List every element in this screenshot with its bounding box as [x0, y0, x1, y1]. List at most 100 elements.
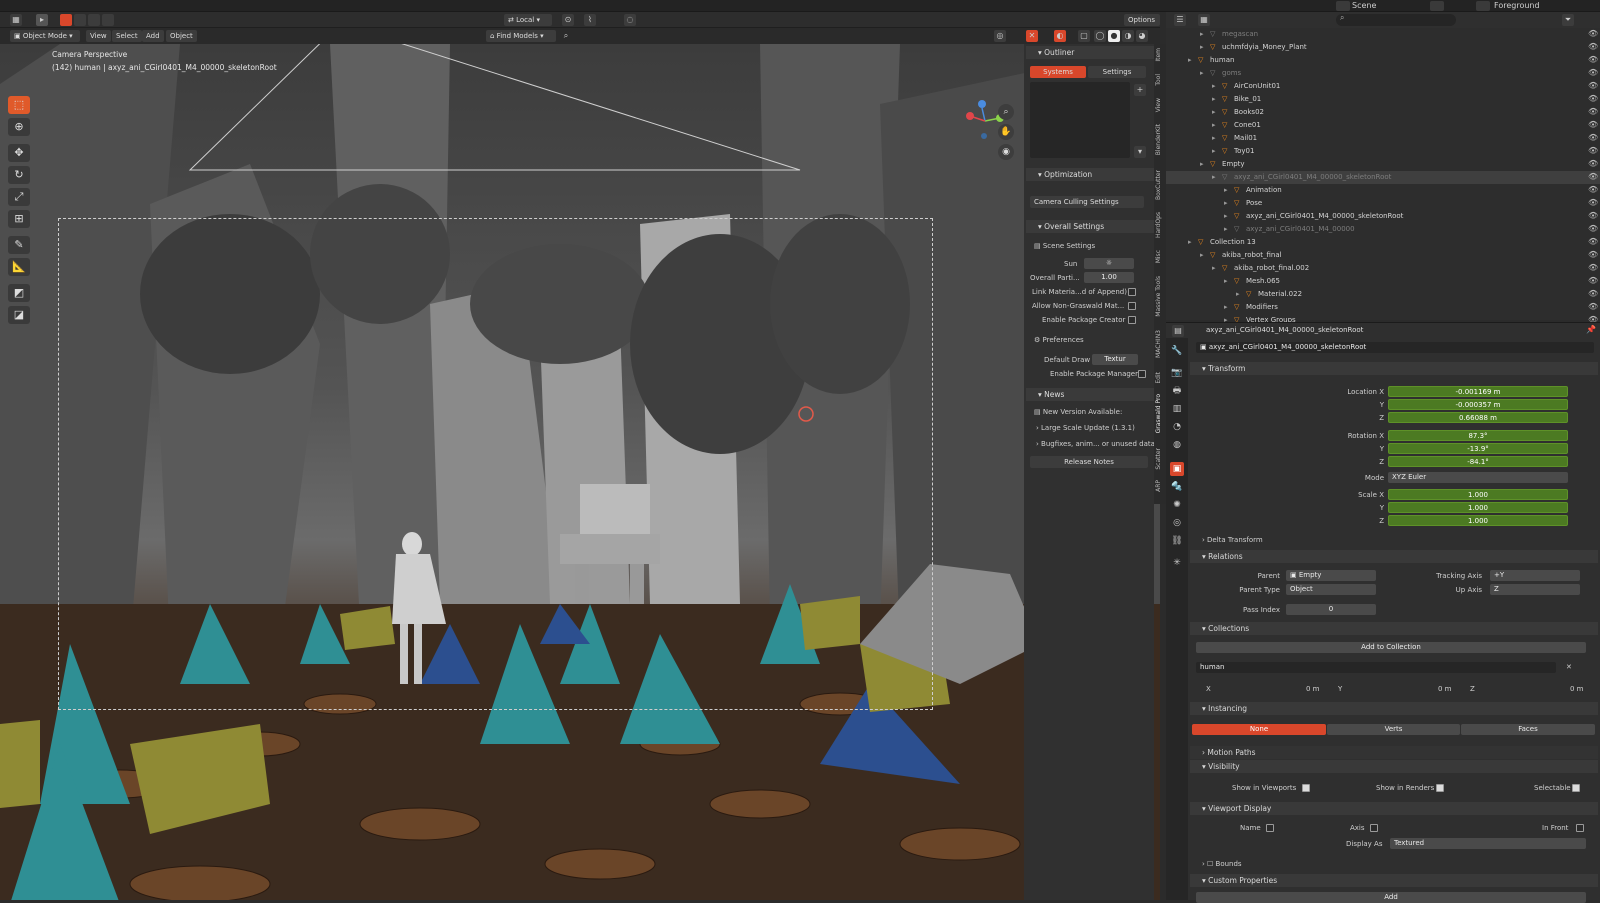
visibility-eye-icon[interactable]: 👁	[1588, 237, 1598, 246]
vtab-item[interactable]: Item	[1155, 48, 1165, 62]
transform-tool-icon[interactable]: ⊞	[8, 210, 30, 228]
visibility-eye-icon[interactable]: 👁	[1588, 289, 1598, 298]
particles-props-icon[interactable]: ✺	[1170, 498, 1184, 512]
visibility-eye-icon[interactable]: 👁	[1588, 211, 1598, 220]
scale-y-field[interactable]: 1.000	[1388, 502, 1568, 513]
outliner-row[interactable]: ▸ ▽ Empty 👁	[1166, 158, 1600, 171]
tool-gizmo-icon[interactable]: ✕	[1026, 30, 1038, 42]
systems-list[interactable]	[1030, 82, 1130, 158]
search-icon[interactable]: ⌕	[560, 30, 572, 42]
location-z-field[interactable]: 0.66088 m	[1388, 412, 1568, 423]
sun-field[interactable]: ☼	[1084, 258, 1134, 269]
expand-toggle-icon[interactable]: ▸	[1224, 225, 1228, 233]
visibility-eye-icon[interactable]: 👁	[1588, 81, 1598, 90]
object-mode-dropdown[interactable]: ▣ Object Mode ▾	[10, 30, 80, 42]
enable-package-manager-checkbox[interactable]	[1138, 370, 1146, 378]
collection-offset-y-value[interactable]: 0 m	[1438, 685, 1452, 693]
outliner-row[interactable]: ▸ ▽ Material.022 👁	[1166, 288, 1600, 301]
expand-toggle-icon[interactable]: ▸	[1212, 264, 1216, 272]
visibility-eye-icon[interactable]: 👁	[1588, 94, 1598, 103]
camera-culling-button[interactable]: Camera Culling Settings	[1030, 196, 1144, 208]
visibility-section[interactable]: ▾ Visibility	[1190, 760, 1598, 773]
expand-toggle-icon[interactable]: ▸	[1188, 56, 1192, 64]
add-to-collection-button[interactable]: Add to Collection	[1196, 642, 1586, 653]
visibility-eye-icon[interactable]: 👁	[1588, 276, 1598, 285]
visibility-eye-icon[interactable]: 👁	[1588, 198, 1598, 207]
mode-subtract-icon[interactable]	[88, 14, 100, 26]
tracking-axis-dropdown[interactable]: +Y	[1490, 570, 1580, 581]
outliner-row[interactable]: ▸ ▽ Pose 👁	[1166, 197, 1600, 210]
expand-toggle-icon[interactable]: ▸	[1200, 69, 1204, 77]
vtab-edit[interactable]: Edit	[1155, 372, 1165, 384]
properties-editor-icon[interactable]: ▤	[1172, 325, 1184, 337]
release-notes-button[interactable]: Release Notes	[1030, 456, 1148, 468]
outliner-editor-icon[interactable]: ☰	[1174, 14, 1186, 26]
vtab-hardops[interactable]: HardOps	[1155, 212, 1165, 238]
constraints-props-icon[interactable]: ⛓	[1170, 534, 1184, 548]
tab-systems[interactable]: Systems	[1030, 66, 1086, 78]
visibility-eye-icon[interactable]: 👁	[1588, 120, 1598, 129]
modifier-props-icon[interactable]: 🔩	[1170, 480, 1184, 494]
scene-name[interactable]: Scene	[1352, 1, 1376, 10]
visibility-eye-icon[interactable]: 👁	[1588, 68, 1598, 77]
vtab-misc[interactable]: Misc	[1155, 250, 1165, 263]
delta-transform-subpanel[interactable]: › Delta Transform	[1202, 536, 1263, 544]
tab-settings[interactable]: Settings	[1088, 66, 1146, 78]
find-models-dropdown[interactable]: ⌂ Find Models ▾	[486, 30, 556, 42]
collection-offset-z-value[interactable]: 0 m	[1570, 685, 1584, 693]
tool-props-icon[interactable]: 🔧	[1170, 344, 1184, 358]
outliner-row[interactable]: ▸ ▽ akiba_robot_final.002 👁	[1166, 262, 1600, 275]
overlay-icon[interactable]: ◐	[1054, 30, 1066, 42]
collections-section[interactable]: ▾ Collections	[1190, 622, 1598, 635]
mode-invert-icon[interactable]	[102, 14, 114, 26]
select-box-icon[interactable]: ▸	[36, 14, 48, 26]
up-axis-dropdown[interactable]: Z	[1490, 584, 1580, 595]
pivot-icon[interactable]: ⊙	[562, 14, 574, 26]
scale-z-field[interactable]: 1.000	[1388, 515, 1568, 526]
view-layer-icon[interactable]	[1476, 1, 1490, 11]
visibility-eye-icon[interactable]: 👁	[1588, 185, 1598, 194]
output-props-icon[interactable]: 🖶	[1170, 384, 1184, 398]
collection-offset-x-value[interactable]: 0 m	[1306, 685, 1320, 693]
scene-new-icon[interactable]	[1430, 1, 1444, 11]
mode-new-icon[interactable]	[60, 14, 72, 26]
vtab-blenderkit[interactable]: BlenderKit	[1155, 124, 1165, 155]
expand-toggle-icon[interactable]: ▸	[1200, 30, 1204, 38]
visibility-eye-icon[interactable]: 👁	[1588, 55, 1598, 64]
outliner-row[interactable]: ▸ ▽ uchmfdyia_Money_Plant 👁	[1166, 41, 1600, 54]
scene-props-icon[interactable]: ◔	[1170, 420, 1184, 434]
show-in-viewports-checkbox[interactable]	[1302, 784, 1310, 792]
vtab-boxcutter[interactable]: BoxCutter	[1155, 170, 1165, 200]
outliner-row[interactable]: ▸ ▽ AirConUnit01 👁	[1166, 80, 1600, 93]
visibility-eye-icon[interactable]: 👁	[1588, 42, 1598, 51]
expand-toggle-icon[interactable]: ▸	[1188, 238, 1192, 246]
visibility-eye-icon[interactable]: 👁	[1588, 224, 1598, 233]
outliner-row[interactable]: ▸ ▽ Books02 👁	[1166, 106, 1600, 119]
show-in-renders-checkbox[interactable]	[1436, 784, 1444, 792]
instancing-verts-button[interactable]: Verts	[1327, 724, 1460, 735]
expand-toggle-icon[interactable]: ▸	[1200, 43, 1204, 51]
visibility-eye-icon[interactable]: 👁	[1588, 263, 1598, 272]
select-tool-icon[interactable]: ⬚	[8, 96, 30, 114]
object-props-icon[interactable]: ▣	[1170, 462, 1184, 476]
menu-select[interactable]: Select	[112, 30, 142, 42]
visibility-eye-icon[interactable]: 👁	[1588, 146, 1598, 155]
measure-tool-icon[interactable]: 📐	[8, 258, 30, 276]
news-panel-title[interactable]: ▾ News	[1026, 388, 1154, 401]
in-front-checkbox[interactable]	[1576, 824, 1584, 832]
visibility-eye-icon[interactable]: 👁	[1588, 107, 1598, 116]
expand-toggle-icon[interactable]: ▸	[1224, 199, 1228, 207]
expand-toggle-icon[interactable]: ▸	[1212, 147, 1216, 155]
visibility-eye-icon[interactable]: 👁	[1588, 159, 1598, 168]
world-props-icon[interactable]: ◍	[1170, 438, 1184, 452]
data-props-icon[interactable]: ✳	[1170, 556, 1184, 570]
snap-icon[interactable]: ⌇	[584, 14, 596, 26]
add-property-button[interactable]: Add	[1196, 892, 1586, 903]
outliner-row[interactable]: ▸ ▽ axyz_ani_CGirl0401_M4_00000_skeletonRo…	[1166, 171, 1600, 184]
rotation-mode-dropdown[interactable]: XYZ Euler	[1388, 472, 1568, 483]
visibility-eye-icon[interactable]: 👁	[1588, 29, 1598, 38]
move-down-icon[interactable]: ▾	[1134, 146, 1146, 158]
parent-field[interactable]: ▣ Empty	[1286, 570, 1376, 581]
outliner-row[interactable]: ▸ ▽ Bike_01 👁	[1166, 93, 1600, 106]
display-mode-icon[interactable]: ▦	[1198, 14, 1210, 26]
